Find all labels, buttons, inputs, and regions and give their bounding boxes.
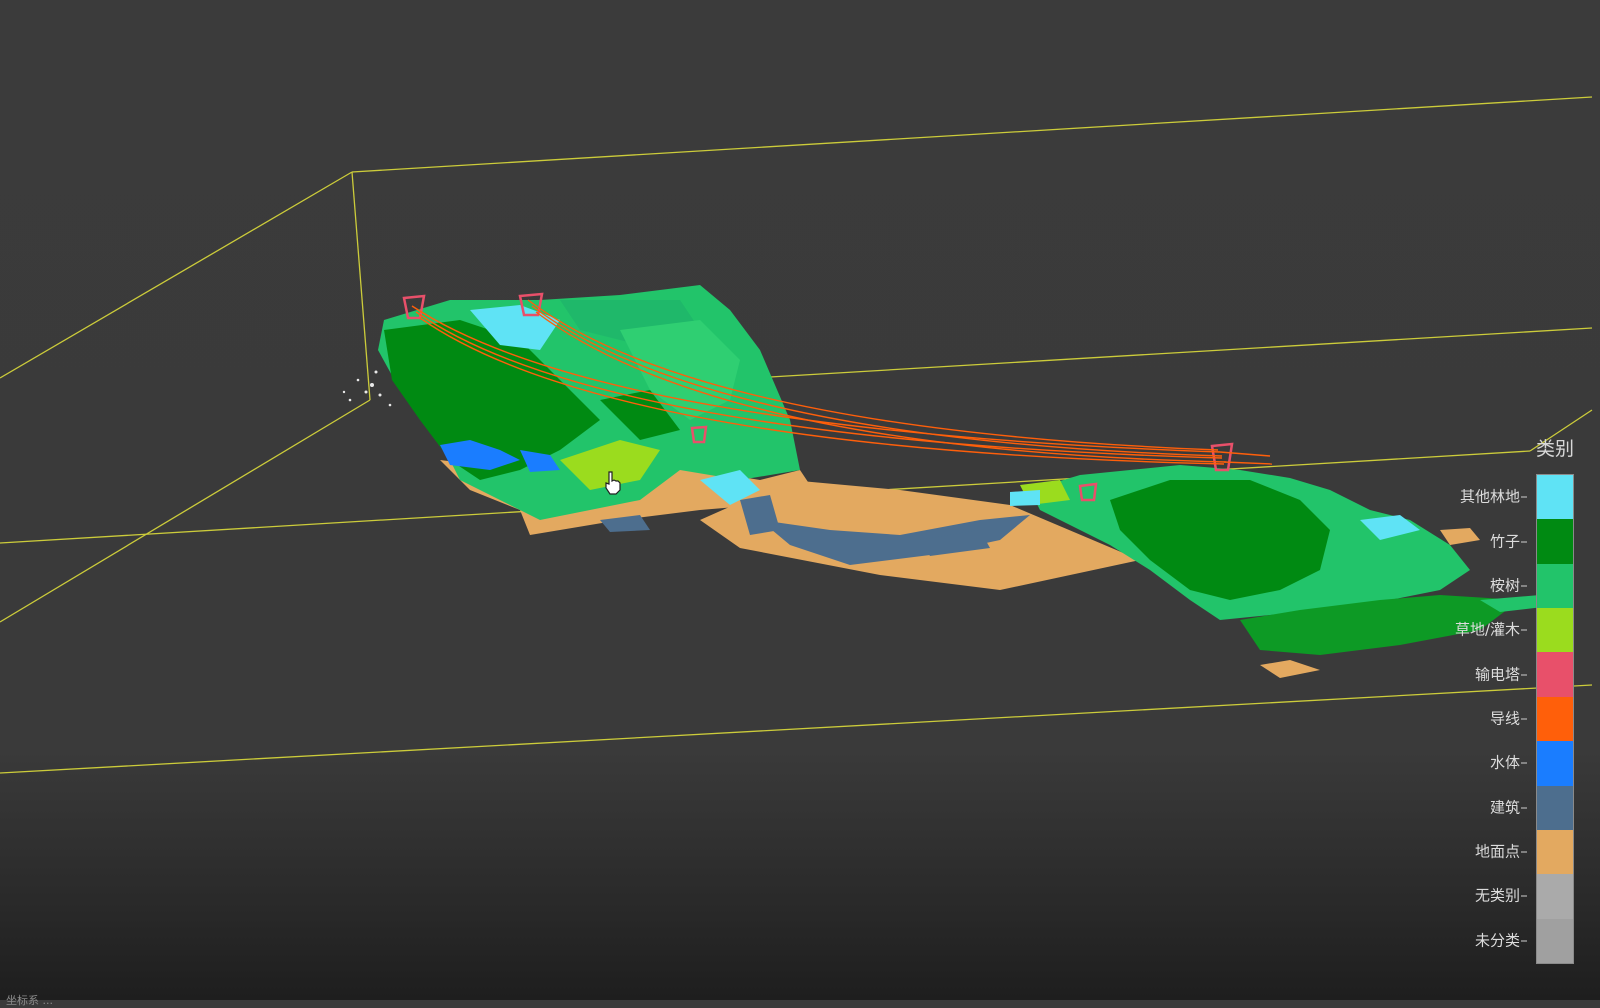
legend-label: 建筑: [1490, 796, 1527, 817]
legend-swatch: [1537, 475, 1573, 520]
legend-label: 其他林地: [1460, 486, 1527, 507]
unclassified-points: [342, 370, 392, 407]
hand-cursor-icon: [604, 471, 622, 499]
bounding-box: [0, 96, 1593, 774]
point-cloud-viewport[interactable]: 类别 其他林地竹子桉树草地/灌木输电塔导线水体建筑地面点无类别未分类 坐标系 .…: [0, 0, 1600, 1007]
legend-label: 草地/灌木: [1455, 619, 1527, 640]
legend-swatch: [1537, 652, 1573, 697]
legend-swatch: [1537, 741, 1573, 786]
legend-label: 水体: [1490, 752, 1527, 773]
legend-label: 桉树: [1490, 574, 1527, 595]
legend-swatch: [1537, 696, 1573, 742]
class-legend: 类别 其他林地竹子桉树草地/灌木输电塔导线水体建筑地面点无类别未分类: [1430, 430, 1595, 975]
legend-label: 未分类: [1475, 929, 1527, 950]
legend-title: 类别: [1536, 438, 1575, 460]
legend-swatch: [1537, 519, 1573, 564]
status-text: 坐标系 ...: [6, 994, 53, 1007]
legend-swatch: [1537, 829, 1573, 875]
legend-swatch: [1537, 918, 1573, 963]
legend-label: 竹子: [1490, 530, 1527, 551]
legend-label: 导线: [1490, 708, 1527, 729]
legend-label: 地面点: [1475, 841, 1527, 862]
legend-swatch: [1537, 785, 1573, 830]
legend-swatch: [1537, 608, 1573, 653]
legend-swatch: [1537, 563, 1573, 609]
legend-color-bar: [1536, 474, 1574, 964]
legend-swatch: [1537, 874, 1573, 919]
legend-label: 无类别: [1475, 885, 1527, 906]
legend-label: 输电塔: [1475, 663, 1527, 684]
point-cloud-scene[interactable]: [0, 0, 1600, 1000]
